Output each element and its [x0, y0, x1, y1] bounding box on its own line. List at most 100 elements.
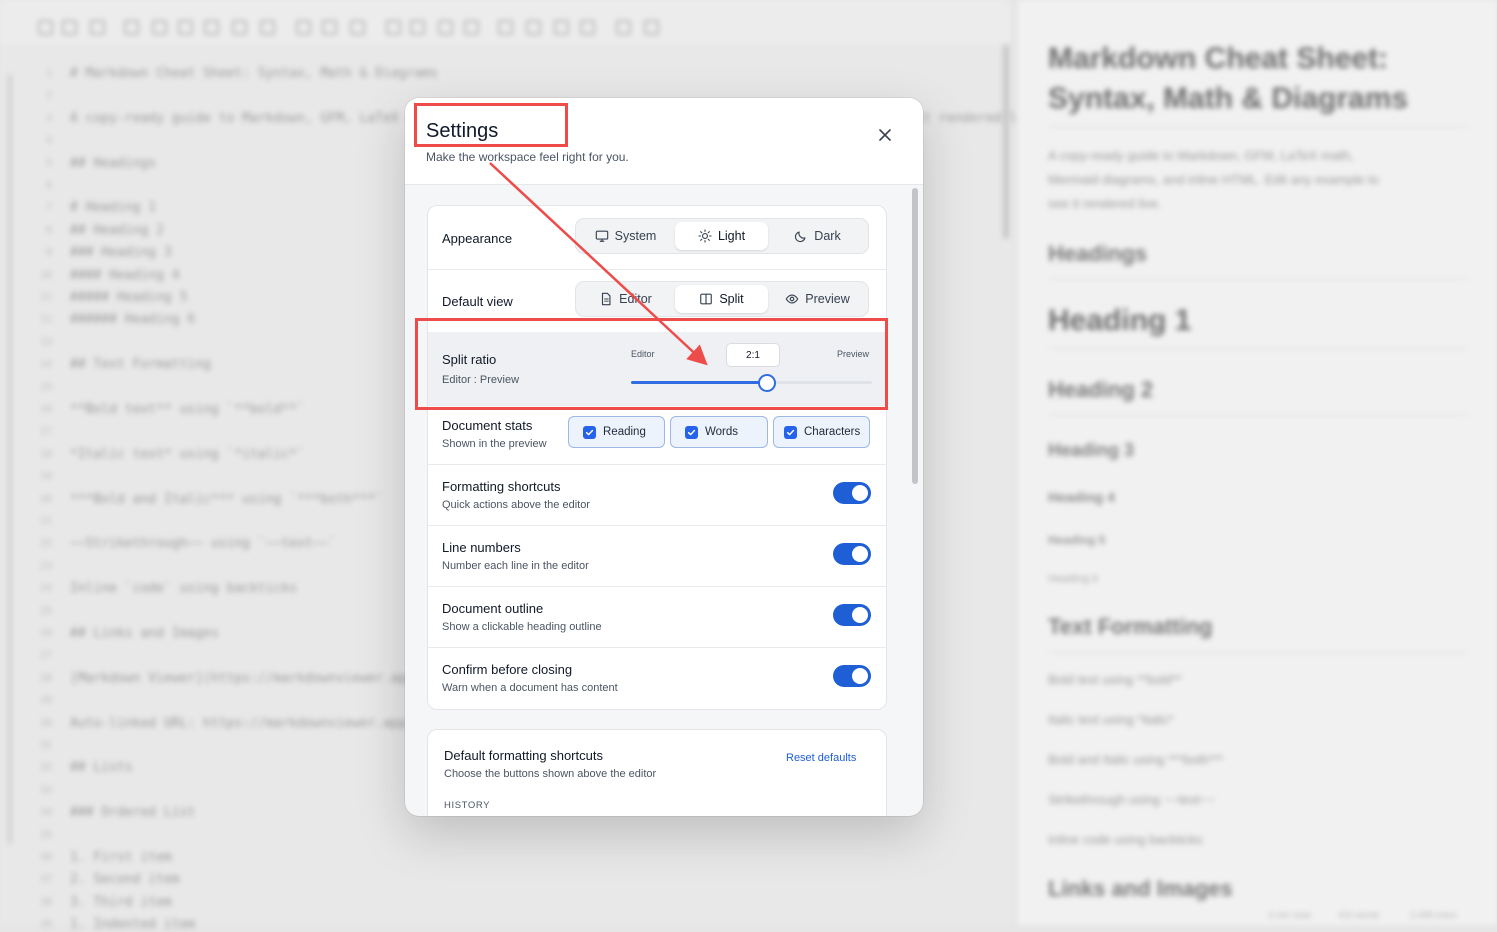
view-option-label: Split: [719, 292, 744, 306]
appearance-option-dark[interactable]: Dark: [771, 222, 864, 250]
toolbar-icon: [90, 20, 105, 35]
toolbar-icon: [322, 20, 337, 35]
split-ratio-row: Split ratio Editor : Preview Editor Prev…: [428, 332, 886, 406]
code-line: # Markdown Cheat Sheet: Syntax, Math & D…: [70, 66, 438, 81]
confirm-before-closing-toggle[interactable]: [833, 665, 871, 687]
preview-h6: Heading 6: [1048, 573, 1099, 585]
shortcuts-label: Default formatting shortcuts: [444, 748, 603, 763]
line-number: 6: [45, 180, 52, 191]
code-line: #### Heading 4: [70, 267, 180, 283]
toolbar-icon: [438, 20, 453, 35]
line-number: 8: [45, 224, 52, 236]
toolbar-icon: [616, 20, 631, 35]
line-numbers-toggle[interactable]: [833, 543, 871, 565]
dialog-subtitle: Make the workspace feel right for you.: [426, 150, 629, 164]
preview-h4: Heading 4: [1048, 489, 1115, 505]
appearance-option-system[interactable]: System: [579, 222, 672, 250]
close-button[interactable]: [873, 123, 897, 147]
line-number: 18: [39, 448, 52, 460]
line-number: 12: [39, 314, 52, 326]
split-ratio-slider[interactable]: [631, 374, 872, 392]
document-outline-toggle[interactable]: [833, 604, 871, 626]
preview-links-images: Links and Images: [1048, 876, 1233, 901]
confirm-before-closing-row: Confirm before closing Warn when a docum…: [428, 647, 886, 709]
formatting-shortcuts-toggle[interactable]: [833, 482, 871, 504]
toggle-description: Quick actions above the editor: [442, 499, 590, 511]
markdown-preview: [1018, 0, 1497, 925]
appearance-option-light[interactable]: Light: [675, 222, 768, 250]
code-line: # Heading 1: [70, 200, 157, 216]
preview-h1: Heading 1: [1048, 304, 1192, 337]
line-number: 21: [39, 516, 52, 527]
default-view-segmented-control: Editor Split Preview: [575, 281, 869, 317]
toolbar-icon: [498, 20, 513, 35]
stat-checkbox-reading[interactable]: Reading: [568, 416, 665, 448]
code-line: ##### Heading 5: [70, 290, 188, 305]
preview-rule: [1048, 414, 1468, 415]
preview-title-line2: Syntax, Math & Diagrams: [1048, 82, 1409, 115]
toolbar-icon: [296, 20, 311, 35]
line-number: 22: [39, 538, 52, 550]
line-number: 20: [39, 493, 52, 505]
line-number: 15: [39, 381, 52, 393]
default-view-label: Default view: [442, 294, 513, 309]
line-number: 14: [39, 359, 52, 371]
code-line: ## Heading 2: [70, 222, 164, 238]
toolbar-icon: [62, 20, 77, 35]
preview-h2: Heading 2: [1048, 377, 1154, 402]
dialog-scrollbar-thumb[interactable]: [912, 188, 918, 484]
checkbox-checked: [583, 425, 596, 439]
code-line: Auto-linked URL: https://markdownviewer.…: [70, 715, 407, 731]
code-line: ## Lists: [70, 760, 133, 776]
code-line: ## Headings: [70, 155, 157, 171]
file-text-icon: [602, 292, 611, 306]
editor-scrollbar: [1003, 44, 1009, 239]
document-stats-description: Shown in the preview: [442, 438, 547, 450]
line-number: 7: [45, 202, 52, 214]
code-line: ### Heading 3: [70, 245, 172, 261]
toggle-description: Warn when a document has content: [442, 682, 618, 694]
close-icon: [879, 129, 891, 141]
code-line: [Markdown Viewer](https://markdownviewer…: [70, 670, 423, 686]
document-stats-row: Document stats Shown in the preview Read…: [428, 405, 886, 465]
preview-rule: [1048, 126, 1468, 127]
toolbar-icon: [232, 20, 247, 35]
check-icon: [687, 429, 696, 435]
check-icon: [786, 429, 795, 435]
status-word-count: 410 words: [1338, 910, 1380, 920]
status-read-time: 3 min read: [1268, 910, 1311, 920]
stat-checkbox-words[interactable]: Words: [670, 416, 768, 448]
eye-icon: [785, 294, 799, 304]
shortcuts-description: Choose the buttons shown above the edito…: [444, 768, 657, 780]
stat-checkbox-characters[interactable]: Characters: [773, 416, 870, 448]
toolbar-icon: [464, 20, 479, 35]
view-option-split[interactable]: Split: [675, 285, 768, 313]
toolbar-icon: [644, 20, 659, 35]
preview-intro: A copy-ready guide to Markdown, GFM, LaT…: [1048, 148, 1354, 163]
line-number: 36: [39, 852, 52, 863]
preview-rule: [1048, 652, 1468, 653]
toggle-label: Formatting shortcuts: [442, 479, 561, 494]
view-option-label: Editor: [619, 292, 652, 306]
line-number: 37: [39, 874, 52, 886]
view-option-editor[interactable]: Editor: [579, 285, 672, 313]
split-ratio-value: 2:1: [726, 343, 780, 367]
appearance-segmented-control: System Light Dark: [575, 218, 869, 254]
line-number: 19: [39, 471, 52, 483]
reset-defaults-link[interactable]: Reset defaults: [786, 752, 856, 764]
preview-inline: Inline code using backticks: [1048, 832, 1203, 847]
appearance-option-label: System: [614, 229, 657, 243]
slider-thumb[interactable]: [757, 374, 776, 392]
moon-icon: [795, 231, 806, 243]
line-number: 32: [39, 762, 52, 774]
preview-text-formatting: Text Formatting: [1048, 614, 1213, 639]
toolbar-icon: [152, 20, 167, 35]
appearance-option-label: Dark: [814, 229, 841, 243]
toolbar-icon: [410, 20, 425, 35]
checkbox-checked: [784, 425, 797, 439]
status-char-count: 2,498 chars: [1410, 910, 1458, 920]
code-line: 1. First item: [70, 850, 172, 865]
line-number: 29: [39, 695, 52, 707]
view-option-preview[interactable]: Preview: [771, 285, 864, 313]
toolbar-icon: [554, 20, 569, 35]
